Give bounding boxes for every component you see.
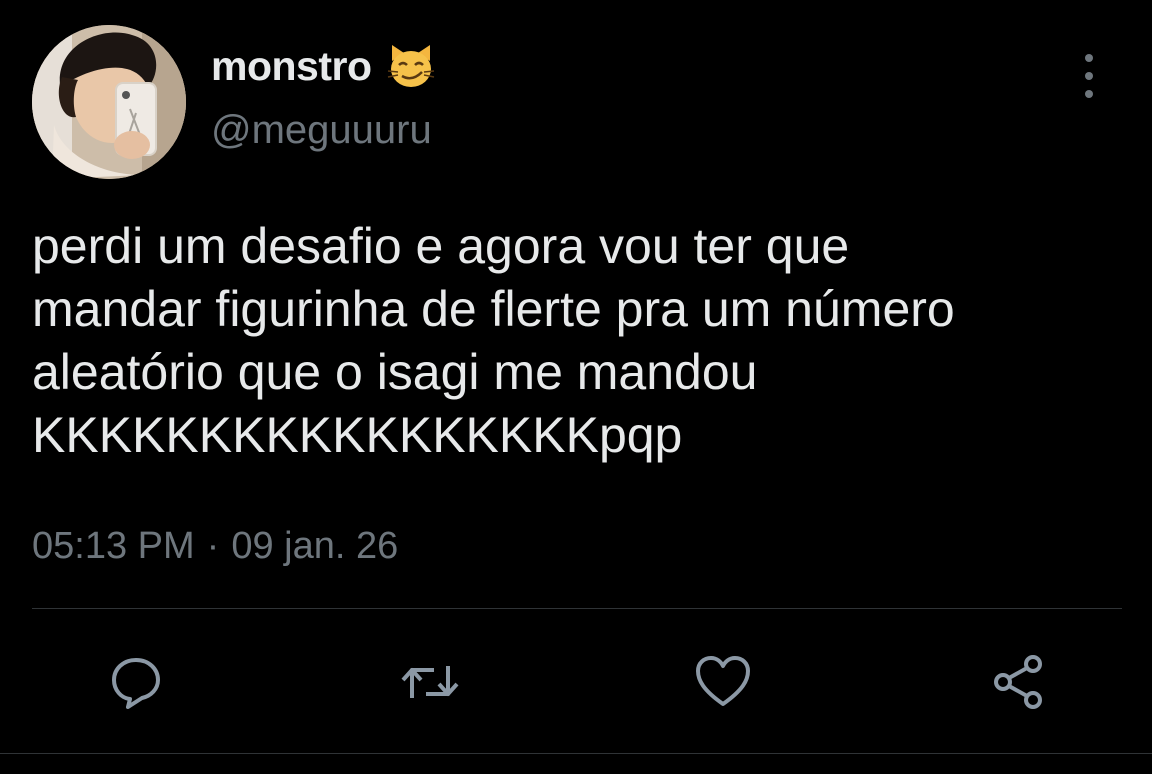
share-button[interactable] — [986, 650, 1050, 714]
more-vertical-icon-dot — [1085, 72, 1093, 80]
tweet: monstro @meguuuru perdi um desafio e ago… — [0, 0, 1152, 774]
bottom-divider — [0, 753, 1152, 754]
like-button[interactable] — [691, 650, 755, 714]
reply-icon — [112, 658, 160, 709]
timestamp-row: 05:13 PM · 09 jan. 26 — [32, 525, 398, 568]
smirking-cat-emoji-icon — [386, 41, 436, 91]
avatar[interactable] — [32, 25, 186, 179]
reply-button[interactable] — [104, 650, 168, 714]
retweet-button[interactable] — [398, 650, 462, 714]
more-vertical-icon-dot — [1085, 90, 1093, 98]
display-name-row: monstro — [211, 38, 436, 94]
tweet-date[interactable]: 09 jan. 26 — [231, 525, 398, 568]
heart-icon — [696, 656, 750, 706]
tweet-time[interactable]: 05:13 PM — [32, 525, 195, 568]
more-vertical-icon — [1085, 54, 1093, 62]
divider — [32, 608, 1122, 609]
more-options-button[interactable] — [1072, 54, 1106, 98]
tweet-text: perdi um desafio e agora vou ter que man… — [32, 218, 955, 463]
timestamp-separator: · — [206, 525, 220, 567]
retweet-icon — [401, 666, 459, 698]
user-handle[interactable]: @meguuuru — [211, 108, 432, 153]
share-icon — [994, 655, 1042, 709]
display-name[interactable]: monstro — [211, 43, 372, 90]
